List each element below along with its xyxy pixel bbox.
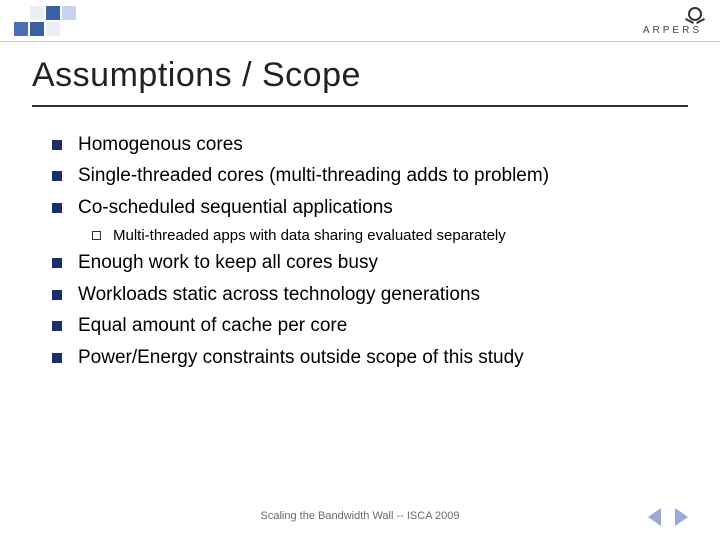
header-band: ARPERS [0,0,720,42]
bullet-item: Equal amount of cache per core [52,311,668,340]
footer-text: Scaling the Bandwidth Wall -- ISCA 2009 [261,510,460,522]
bullet-icon [52,171,62,181]
decorative-squares [14,6,92,36]
bullet-text: Workloads static across technology gener… [78,280,480,309]
bullet-item: Workloads static across technology gener… [52,280,668,309]
bullet-icon [52,321,62,331]
sub-bullet-icon [92,231,101,240]
bullet-item: Enough work to keep all cores busy [52,248,668,277]
bullet-text: Single-threaded cores (multi-threading a… [78,161,549,190]
slide-title: Assumptions / Scope [32,54,688,107]
bullet-text: Power/Energy constraints outside scope o… [78,343,524,372]
bullet-item: Co-scheduled sequential applications [52,193,668,222]
sub-bullet-item: Multi-threaded apps with data sharing ev… [92,224,668,248]
prev-slide-button[interactable] [648,508,661,526]
slide-footer: Scaling the Bandwidth Wall -- ISCA 2009 [0,510,720,522]
brand-name: ARPERS [643,25,702,36]
bullet-text: Co-scheduled sequential applications [78,193,393,222]
sub-bullet-text: Multi-threaded apps with data sharing ev… [113,224,506,248]
bullet-text: Enough work to keep all cores busy [78,248,378,277]
bullet-icon [52,290,62,300]
next-slide-button[interactable] [675,508,688,526]
bullet-item: Homogenous cores [52,130,668,159]
bullet-text: Homogenous cores [78,130,243,159]
slide-content: Homogenous cores Single-threaded cores (… [52,130,668,374]
bullet-item: Single-threaded cores (multi-threading a… [52,161,668,190]
bullet-text: Equal amount of cache per core [78,311,347,340]
bullet-icon [52,140,62,150]
bullet-icon [52,353,62,363]
brand-logo: ARPERS [643,6,702,36]
nav-arrows [648,508,688,526]
bullet-icon [52,258,62,268]
brand-mark-icon [688,7,702,21]
bullet-icon [52,203,62,213]
bullet-item: Power/Energy constraints outside scope o… [52,343,668,372]
